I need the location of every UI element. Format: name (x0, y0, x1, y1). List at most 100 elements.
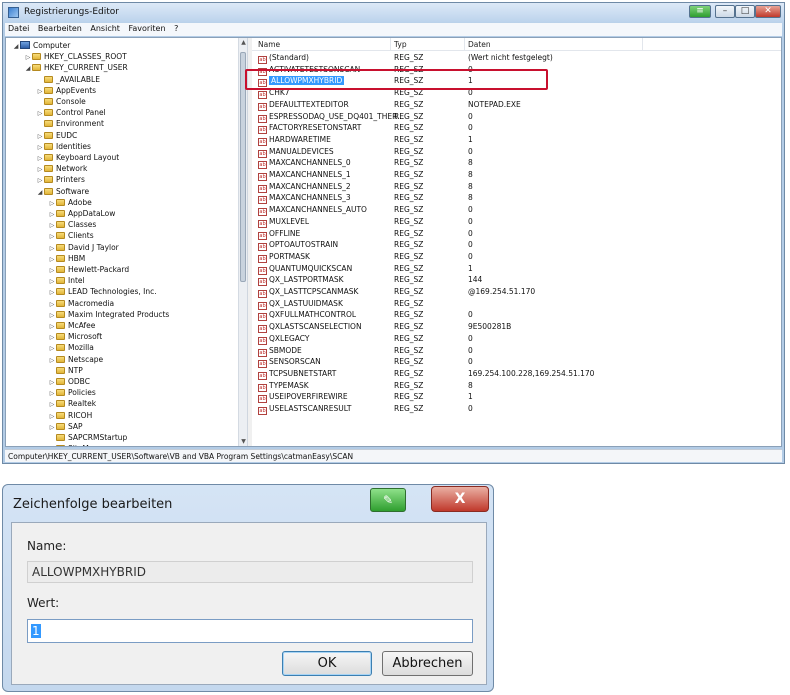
tree-node[interactable]: NTP (48, 365, 83, 376)
value-row[interactable]: ab MAXCANCHANNELS_2 REG_SZ 8 (252, 181, 781, 193)
tree-scrollbar[interactable]: ▲ ▼ (238, 38, 247, 446)
value-row[interactable]: ab USEIPOVERFIREWIRE REG_SZ 1 (252, 391, 781, 404)
green-window-button[interactable]: ≡ (689, 5, 711, 18)
tree-node[interactable]: ▷ Printers (36, 174, 85, 185)
tree-node[interactable]: ▷ Clients (48, 230, 94, 241)
dialog-close-button[interactable]: X (431, 486, 489, 512)
tree-node[interactable]: ▷ HKEY_CLASSES_ROOT (24, 51, 127, 62)
value-input[interactable]: 1 (27, 619, 473, 643)
tree-node[interactable]: ▷ SAP (48, 421, 83, 432)
close-button[interactable]: ✕ (755, 5, 781, 18)
value-row[interactable]: ab QX_LASTTCPSCANMASK REG_SZ @169.254.51.17… (252, 286, 781, 298)
value-row[interactable]: ab OFFLINE REG_SZ 0 (252, 228, 781, 240)
tree-node[interactable]: ▷ Hewlett-Packard (48, 264, 129, 275)
tree-node[interactable]: ◢ Software (36, 186, 89, 197)
ok-button[interactable]: OK (282, 651, 372, 676)
value-row[interactable]: ab MUXLEVEL REG_SZ 0 (252, 216, 781, 228)
value-row[interactable]: ab DEFAULTTEXTEDITOR REG_SZ NOTEPAD.EXE (252, 99, 781, 111)
tree-node[interactable]: Console (36, 96, 86, 107)
value-row[interactable]: ab TCPSUBNETSTART REG_SZ 169.254.100.228,16… (252, 368, 781, 380)
value-row[interactable]: ab QX_LASTPORTMASK REG_SZ 144 (252, 274, 781, 287)
tree-node[interactable]: Environment (36, 118, 104, 129)
tree-node[interactable]: ▷ McAfee (48, 320, 96, 331)
tree-node[interactable]: ▷ HBM (48, 253, 86, 264)
value-row[interactable]: ab SENSORSCAN REG_SZ 0 (252, 356, 781, 369)
tree-node[interactable]: ▷ Maxim Integrated Products (48, 309, 170, 320)
column-header-data[interactable]: Daten (468, 40, 491, 49)
tree-node[interactable]: ▷ Classes (48, 219, 97, 230)
dialog-green-button[interactable]: ✎ (370, 488, 406, 512)
value-data: 169.254.100.228,169.254.51.170 (468, 368, 595, 378)
tree-node[interactable]: ▷ Keyboard Layout (36, 152, 119, 163)
tree-expander-icon[interactable]: ◢ (36, 187, 44, 198)
maximize-button[interactable]: □ (735, 5, 755, 18)
value-row[interactable]: ab MAXCANCHANNELS_1 REG_SZ 8 (252, 169, 781, 181)
tree-node[interactable]: ◢ HKEY_CURRENT_USER (24, 62, 128, 73)
value-row[interactable]: ab USELASTSCANRESULT REG_SZ 0 (252, 403, 781, 415)
tree-expander-icon[interactable]: ▷ (48, 444, 56, 446)
value-row[interactable]: ab MANUALDEVICES REG_SZ 0 (252, 146, 781, 158)
value-row[interactable]: ab SBMODE REG_SZ 0 (252, 345, 781, 357)
tree-node[interactable]: ▷ Control Panel (36, 107, 106, 118)
value-name: QX_LASTPORTMASK (269, 275, 344, 285)
column-header-type[interactable]: Typ (394, 40, 407, 49)
tree-node[interactable]: ▷ Macromedia (48, 298, 114, 309)
value-name: QXFULLMATHCONTROL (269, 310, 357, 320)
tree-node[interactable]: SAPCRMStartup (48, 432, 127, 443)
tree-node[interactable]: ▷ David J Taylor (48, 242, 119, 253)
tree-node[interactable]: ▷ RICOH (48, 410, 93, 421)
value-row[interactable]: ab OPTOAUTOSTRAIN REG_SZ 0 (252, 239, 781, 252)
tree-node[interactable]: ◢ Computer (12, 40, 70, 51)
cancel-button[interactable]: Abbrechen (382, 651, 473, 676)
tree-node[interactable]: ▷ Adobe (48, 197, 92, 208)
tree-expander-icon[interactable]: ◢ (24, 63, 32, 74)
value-type: REG_SZ (394, 193, 424, 203)
tree-node[interactable]: ▷ Mozilla (48, 342, 94, 353)
folder-icon (56, 355, 65, 363)
computer-icon (20, 41, 30, 49)
value-type: REG_SZ (394, 123, 424, 133)
tree-node[interactable]: ▷ Realtek (48, 398, 96, 409)
value-row[interactable]: ab QX_LASTUUIDMASK REG_SZ (252, 298, 781, 310)
menu-help[interactable]: ? (171, 23, 181, 33)
tree-expander-icon[interactable]: ◢ (12, 41, 20, 52)
menu-ansicht[interactable]: Ansicht (87, 23, 123, 33)
value-row[interactable]: ab MAXCANCHANNELS_AUTO REG_SZ 0 (252, 204, 781, 217)
menu-bearbeiten[interactable]: Bearbeiten (35, 23, 85, 33)
tree-node[interactable]: ▷ EUDC (36, 130, 78, 141)
status-bar-path: Computer\HKEY_CURRENT_USER\Software\VB a… (5, 449, 782, 462)
tree-node[interactable]: ▷ AppEvents (36, 85, 96, 96)
tree-node[interactable]: ▷ Identities (36, 141, 91, 152)
minimize-button[interactable]: – (715, 5, 735, 18)
value-row[interactable]: ab PORTMASK REG_SZ 0 (252, 251, 781, 263)
value-row[interactable]: ab TYPEMASK REG_SZ 8 (252, 380, 781, 392)
value-type: REG_SZ (394, 380, 424, 390)
tree-node[interactable]: ▷ Network (36, 163, 88, 174)
tree-node[interactable]: ▷ Microsoft (48, 331, 102, 342)
value-row[interactable]: ab HARDWARETIME REG_SZ 1 (252, 134, 781, 146)
value-name-cell: ab MAXCANCHANNELS_3 (258, 192, 351, 205)
value-row[interactable]: ab QXLASTSCANSELECTION REG_SZ 9E500281B (252, 321, 781, 334)
value-row[interactable]: ab MAXCANCHANNELS_0 REG_SZ 8 (252, 157, 781, 170)
title-bar[interactable]: Registrierungs-Editor ≡ – □ ✕ (3, 3, 784, 22)
tree-node[interactable]: ▷ ODBC (48, 376, 90, 387)
tree-node[interactable]: ▷ AppDataLow (48, 208, 116, 219)
tree-node[interactable]: ▷ SiteMan (48, 443, 98, 446)
value-row[interactable]: ab FACTORYRESETONSTART REG_SZ 0 (252, 122, 781, 135)
tree-node[interactable]: ▷ Policies (48, 387, 96, 398)
value-row[interactable]: ab (Standard) REG_SZ (Wert nicht festgelegt… (252, 52, 781, 64)
column-header-name[interactable]: Name (258, 40, 280, 49)
value-row[interactable]: ab MAXCANCHANNELS_3 REG_SZ 8 (252, 192, 781, 205)
value-row[interactable]: ab ESPRESSODAQ_USE_DQ401_THER... REG_SZ 0 (252, 111, 781, 123)
tree-node[interactable]: ▷ LEAD Technologies, Inc. (48, 286, 157, 297)
tree-node[interactable]: ▷ Intel (48, 275, 85, 286)
tree-node[interactable]: _AVAILABLE (36, 74, 100, 85)
value-row[interactable]: ab QXFULLMATHCONTROL REG_SZ 0 (252, 309, 781, 322)
tree-node[interactable]: ▷ Netscape (48, 354, 103, 365)
folder-icon (56, 266, 65, 273)
value-name-cell: ab MAXCANCHANNELS_1 (258, 169, 351, 181)
menu-favoriten[interactable]: Favoriten (125, 23, 168, 33)
menu-datei[interactable]: Datei (5, 23, 32, 33)
value-row[interactable]: ab QXLEGACY REG_SZ 0 (252, 333, 781, 345)
value-row[interactable]: ab QUANTUMQUICKSCAN REG_SZ 1 (252, 263, 781, 275)
